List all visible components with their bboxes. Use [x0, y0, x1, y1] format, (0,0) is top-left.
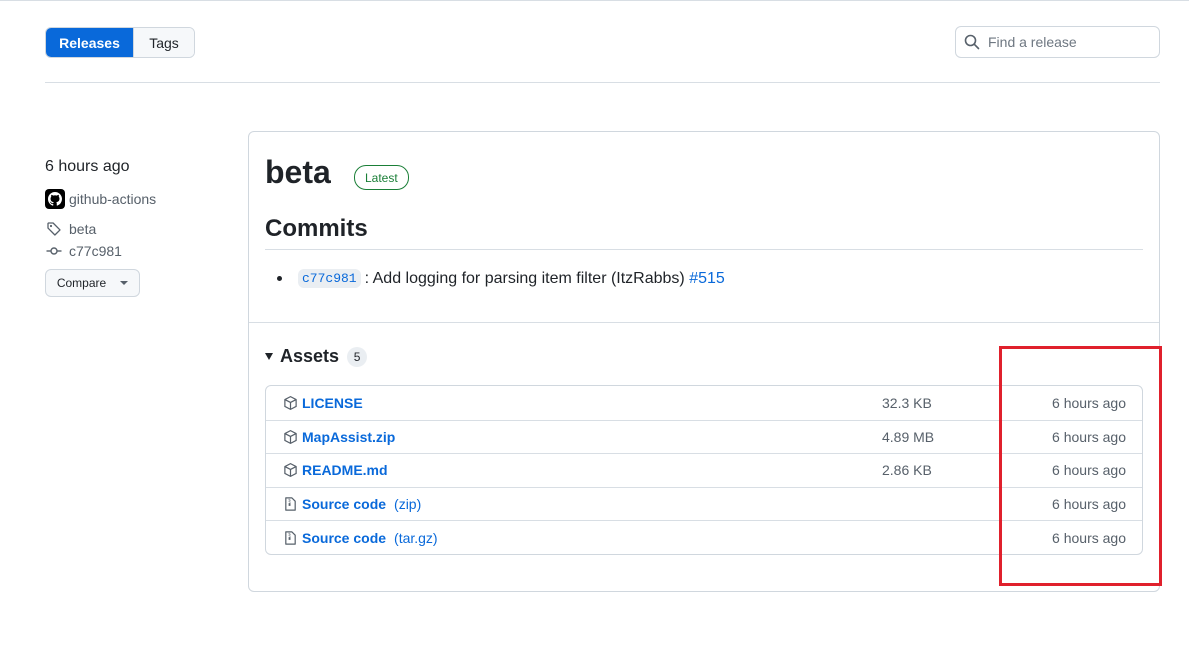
search-input[interactable] — [988, 34, 1148, 50]
compare-label: Compare — [56, 276, 107, 290]
commits-divider — [265, 249, 1143, 250]
asset-name[interactable]: MapAssist.zip — [302, 429, 395, 445]
asset-name[interactable]: README.md — [302, 462, 388, 478]
commit-list-item: c77c981 : Add logging for parsing item f… — [277, 269, 725, 288]
asset-link[interactable]: MapAssist.zip — [302, 429, 395, 445]
asset-ext[interactable]: (tar.gz) — [394, 530, 438, 546]
release-tag[interactable]: beta — [45, 221, 96, 237]
asset-ext[interactable]: (zip) — [394, 496, 421, 512]
release-title[interactable]: beta — [265, 154, 331, 191]
assets-divider — [249, 322, 1159, 323]
commits-heading: Commits — [265, 215, 368, 242]
find-release-search[interactable] — [955, 26, 1160, 58]
asset-row: MapAssist.zip 4.89 MB 6 hours ago — [266, 419, 1142, 454]
commit-message: : Add logging for parsing item filter (I… — [364, 269, 690, 287]
commit-sha-link[interactable]: c77c981 — [298, 269, 361, 288]
latest-badge: Latest — [354, 165, 409, 190]
asset-time: 6 hours ago — [1052, 394, 1126, 411]
asset-time: 6 hours ago — [1052, 428, 1126, 445]
asset-row: Source code (zip) 6 hours ago — [266, 486, 1142, 521]
tag-name[interactable]: beta — [69, 221, 96, 237]
pull-request-link[interactable]: #515 — [689, 270, 725, 288]
asset-row: LICENSE 32.3 KB 6 hours ago — [266, 386, 1142, 420]
top-border — [0, 0, 1189, 1]
asset-row: Source code (tar.gz) 6 hours ago — [266, 520, 1142, 554]
asset-link[interactable]: README.md — [302, 462, 388, 478]
asset-name[interactable]: Source code — [302, 496, 386, 512]
git-commit-icon — [46, 247, 62, 255]
asset-size: 2.86 KB — [882, 462, 932, 479]
asset-row: README.md 2.86 KB 6 hours ago — [266, 453, 1142, 487]
release-card: beta Latest Commits c77c981 : Add loggin… — [248, 131, 1160, 592]
asset-link[interactable]: LICENSE — [302, 395, 363, 411]
release-commit[interactable]: c77c981 — [45, 243, 122, 259]
commit-sha[interactable]: c77c981 — [69, 243, 122, 259]
asset-name[interactable]: Source code — [302, 530, 386, 546]
header-divider — [45, 82, 1160, 83]
asset-name[interactable]: LICENSE — [302, 395, 363, 411]
compare-button[interactable]: Compare — [45, 269, 140, 297]
release-author[interactable]: github-actions — [45, 189, 156, 209]
tags-tab[interactable]: Tags — [133, 28, 194, 57]
assets-heading: Assets — [280, 346, 340, 366]
releases-tab[interactable]: Releases — [46, 28, 133, 57]
search-icon — [964, 34, 980, 50]
asset-time: 6 hours ago — [1052, 529, 1126, 546]
releases-tags-switch: Releases Tags — [45, 27, 195, 58]
author-name[interactable]: github-actions — [69, 191, 156, 207]
asset-link[interactable]: Source code (zip) — [302, 496, 421, 512]
file-zip-icon — [283, 497, 298, 512]
package-icon — [283, 395, 298, 410]
asset-size: 32.3 KB — [882, 394, 932, 411]
triangle-down-icon — [265, 353, 273, 360]
assets-toggle[interactable]: Assets 5 — [265, 346, 368, 367]
chevron-down-icon — [120, 281, 129, 285]
asset-time: 6 hours ago — [1052, 462, 1126, 479]
github-actions-avatar — [45, 189, 65, 209]
package-icon — [283, 463, 298, 478]
tag-icon — [47, 222, 61, 236]
package-icon — [283, 429, 298, 444]
bullet — [277, 276, 282, 281]
asset-link[interactable]: Source code (tar.gz) — [302, 530, 438, 546]
github-logo-icon — [48, 192, 62, 206]
release-time: 6 hours ago — [45, 158, 130, 175]
assets-count-badge: 5 — [347, 346, 368, 367]
asset-time: 6 hours ago — [1052, 496, 1126, 513]
assets-list: LICENSE 32.3 KB 6 hours ago MapAssist.zi… — [265, 385, 1143, 555]
file-zip-icon — [283, 530, 298, 545]
asset-size: 4.89 MB — [882, 428, 935, 445]
